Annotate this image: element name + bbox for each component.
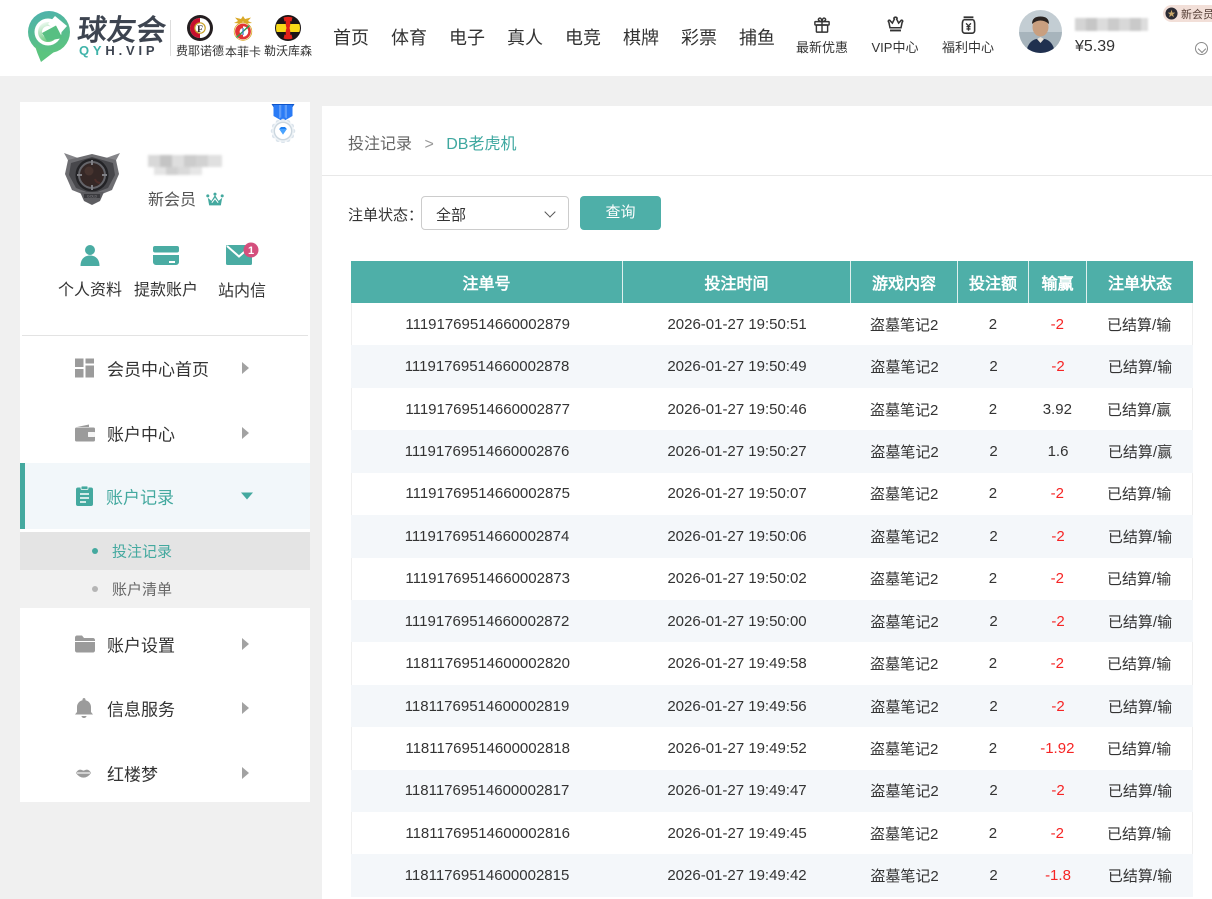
- svg-text:GOLD: GOLD: [87, 195, 98, 199]
- svg-text:1: 1: [248, 245, 254, 257]
- svg-text:F: F: [197, 25, 203, 35]
